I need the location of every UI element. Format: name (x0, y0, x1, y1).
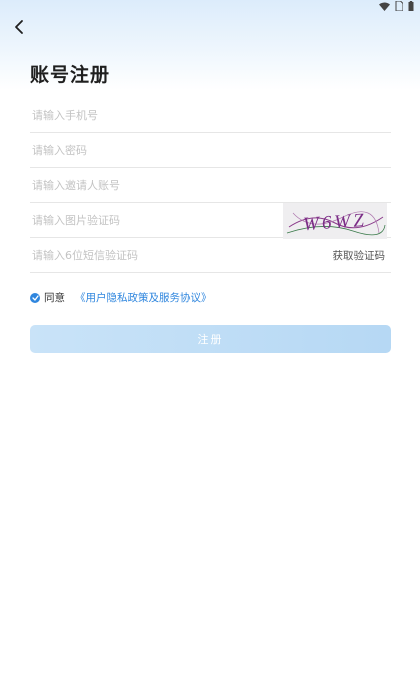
sms-code-input[interactable] (30, 243, 272, 267)
battery-icon (408, 1, 414, 11)
register-form: W6WZ 获取验证码 (30, 98, 391, 273)
register-button[interactable]: 注册 (30, 325, 391, 353)
back-button[interactable] (8, 16, 30, 38)
agreement-checkbox[interactable] (30, 292, 40, 303)
wifi-icon (379, 2, 390, 11)
get-sms-code-button[interactable]: 获取验证码 (333, 248, 386, 263)
invite-code-input[interactable] (30, 173, 272, 197)
captcha-graphic: W6WZ (286, 210, 386, 236)
invite-field-row (30, 168, 391, 203)
password-input[interactable] (30, 138, 272, 162)
register-screen: 账号注册 W6WZ 获取验证码 (0, 0, 420, 700)
checkmark-icon (31, 294, 39, 301)
agree-label: 同意 (44, 292, 65, 304)
captcha-code: W6WZ (302, 210, 367, 235)
page-title: 账号注册 (30, 64, 111, 86)
chevron-left-icon (15, 20, 23, 34)
status-bar (379, 0, 414, 12)
privacy-policy-link[interactable]: 《用户隐私政策及服务协议》 (75, 290, 212, 305)
captcha-input[interactable] (30, 208, 272, 232)
sim-icon (395, 1, 403, 11)
password-field-row (30, 133, 391, 168)
phone-field-row (30, 98, 391, 133)
phone-input[interactable] (30, 103, 272, 127)
sms-field-row: 获取验证码 (30, 238, 391, 273)
agreement-row: 同意 《用户隐私政策及服务协议》 (30, 290, 212, 305)
captcha-image[interactable]: W6WZ (283, 203, 387, 239)
captcha-field-row: W6WZ (30, 203, 391, 239)
